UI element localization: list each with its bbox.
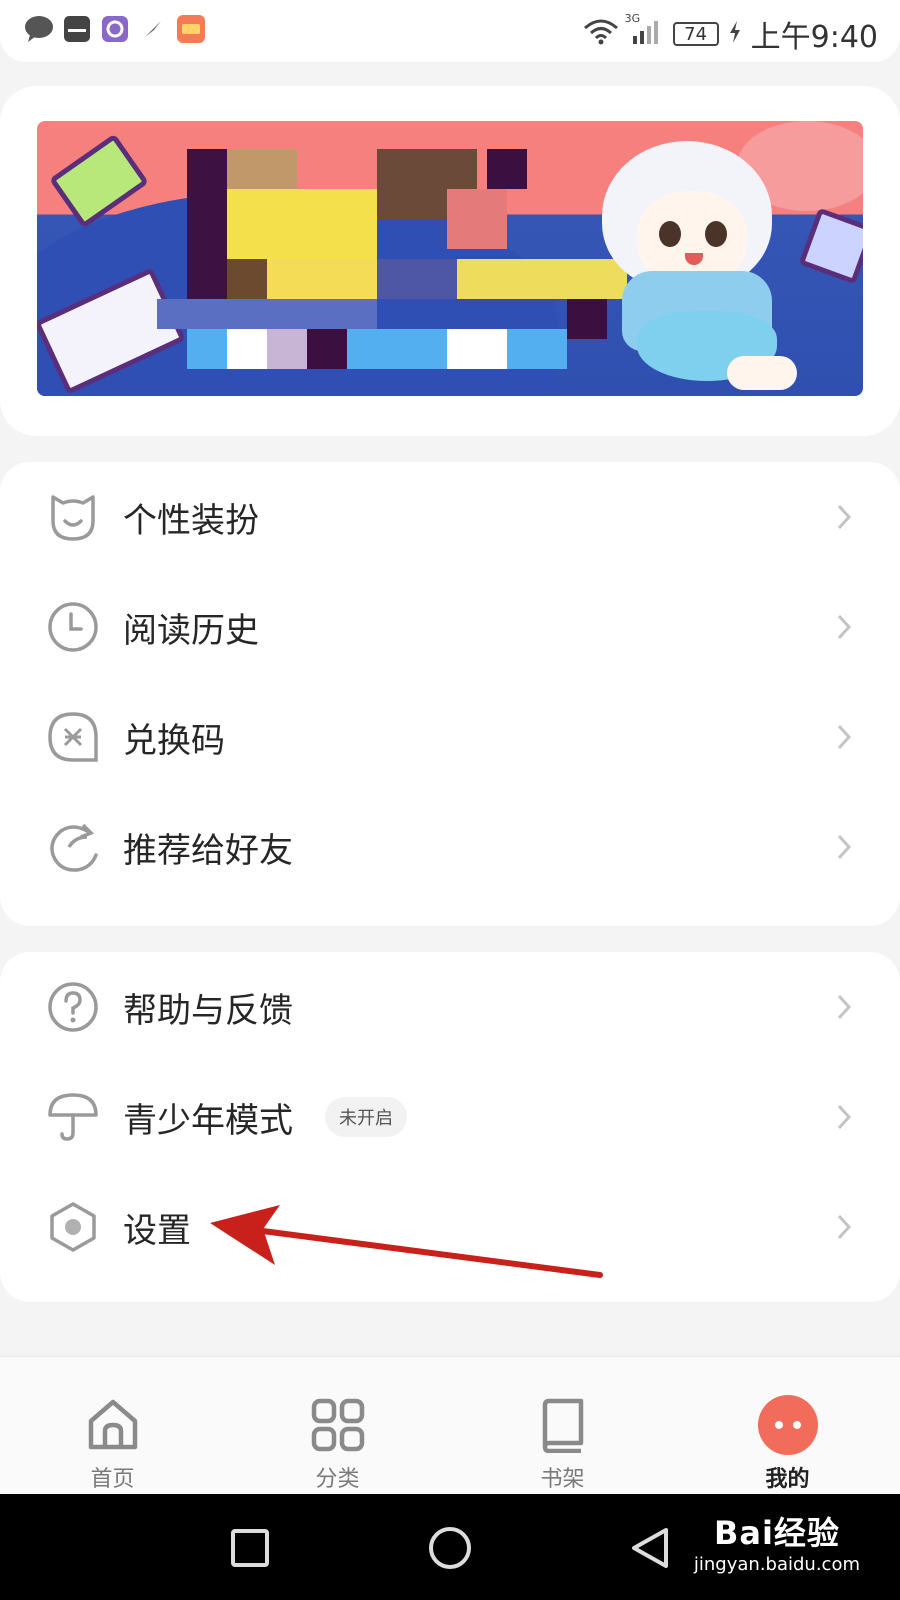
coupon-icon bbox=[47, 711, 99, 763]
pixelated-banner-text bbox=[147, 149, 637, 369]
banner-character-eye bbox=[659, 221, 681, 247]
baidu-jingyan-watermark: Bai经验 jingyan.baidu.com bbox=[694, 1508, 860, 1575]
menu-item-help-feedback[interactable]: 帮助与反馈 bbox=[0, 952, 900, 1062]
status-indicators: 3G 74 上午9:40 bbox=[583, 12, 878, 56]
question-icon bbox=[47, 981, 99, 1033]
tab-home[interactable]: 首页 bbox=[0, 1357, 225, 1495]
chevron-right-icon bbox=[834, 1211, 854, 1243]
menu-item-redeem-code[interactable]: 兑换码 bbox=[0, 682, 900, 792]
tab-mine[interactable]: 我的 bbox=[675, 1357, 900, 1495]
promo-banner[interactable] bbox=[37, 121, 863, 396]
menu-item-recommend-friend[interactable]: 推荐给好友 bbox=[0, 792, 900, 902]
chevron-right-icon bbox=[834, 721, 854, 753]
huawei-app-icon bbox=[176, 14, 206, 44]
compass-icon bbox=[138, 14, 168, 44]
chevron-right-icon bbox=[834, 1101, 854, 1133]
battery-indicator: 74 bbox=[672, 22, 719, 46]
recent-apps-button[interactable] bbox=[226, 1524, 274, 1572]
menu-label: 设置 bbox=[123, 1210, 191, 1251]
cat-face-icon bbox=[47, 491, 99, 543]
home-icon bbox=[83, 1395, 143, 1455]
chevron-right-icon bbox=[834, 991, 854, 1023]
notification-icons bbox=[24, 14, 206, 44]
app-icon bbox=[100, 14, 130, 44]
umbrella-icon bbox=[47, 1091, 99, 1143]
tab-category[interactable]: 分类 bbox=[225, 1357, 450, 1495]
tab-bookshelf[interactable]: 书架 bbox=[450, 1357, 675, 1495]
watermark-url: jingyan.baidu.com bbox=[693, 1554, 860, 1575]
menu-label: 青少年模式 bbox=[123, 1100, 293, 1141]
grid-icon bbox=[308, 1395, 368, 1455]
menu-label: 推荐给好友 bbox=[123, 830, 293, 871]
network-type: 3G bbox=[624, 12, 641, 25]
hexagon-settings-icon bbox=[47, 1201, 99, 1253]
home-button[interactable] bbox=[426, 1524, 474, 1572]
banner-character-leg bbox=[727, 356, 797, 390]
menu-item-teen-mode[interactable]: 青少年模式 未开启 bbox=[0, 1062, 900, 1172]
banner-card bbox=[0, 86, 900, 436]
system-navigation-bar: Bai经验 jingyan.baidu.com bbox=[0, 1494, 900, 1600]
tab-label: 分类 bbox=[315, 1467, 360, 1492]
chevron-right-icon bbox=[834, 831, 854, 863]
watermark-logo: Bai经验 bbox=[713, 1514, 840, 1552]
tab-label: 我的 bbox=[765, 1467, 810, 1492]
chevron-right-icon bbox=[834, 611, 854, 643]
banner-ticket-decoration bbox=[798, 207, 863, 285]
status-badge: 未开启 bbox=[325, 1097, 407, 1137]
banner-character-eye bbox=[705, 221, 727, 247]
menu-item-personalize[interactable]: 个性装扮 bbox=[0, 462, 900, 572]
clock-icon bbox=[47, 601, 99, 653]
clock: 上午9:40 bbox=[750, 20, 878, 55]
huawei-store-icon bbox=[62, 14, 92, 44]
menu-item-reading-history[interactable]: 阅读历史 bbox=[0, 572, 900, 682]
status-bar: 3G 74 上午9:40 bbox=[0, 0, 900, 62]
charging-icon bbox=[729, 21, 741, 47]
profile-face-icon bbox=[757, 1395, 818, 1455]
menu-label: 兑换码 bbox=[123, 720, 225, 761]
bookshelf-icon bbox=[533, 1395, 593, 1455]
chevron-right-icon bbox=[834, 501, 854, 533]
menu-label: 个性装扮 bbox=[123, 500, 259, 541]
menu-label: 帮助与反馈 bbox=[123, 990, 293, 1031]
signal-icon: 3G bbox=[625, 12, 663, 50]
menu-label: 阅读历史 bbox=[123, 610, 259, 651]
message-icon bbox=[24, 14, 54, 44]
tab-label: 首页 bbox=[90, 1467, 135, 1492]
menu-group-personal: 个性装扮 阅读历史 兑换码 推荐给好友 bbox=[0, 462, 900, 926]
back-button[interactable] bbox=[626, 1524, 674, 1572]
tab-label: 书架 bbox=[540, 1467, 585, 1492]
share-arrow-icon bbox=[47, 821, 99, 873]
wifi-icon bbox=[583, 18, 619, 50]
bottom-tab-bar: 首页 分类 书架 我的 bbox=[0, 1356, 900, 1494]
annotation-arrow bbox=[210, 1205, 603, 1278]
